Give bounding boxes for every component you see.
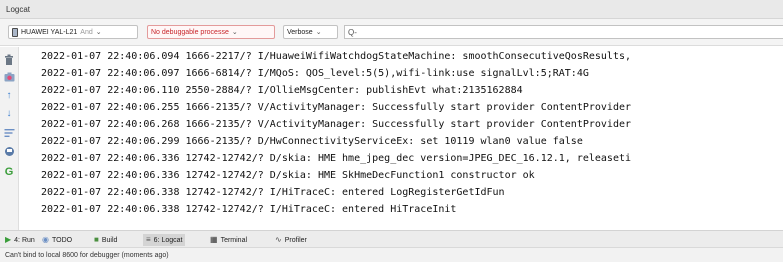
profiler-icon: ∿ [275,235,282,244]
tab-terminal-label: Terminal [220,236,248,244]
camera-icon[interactable] [3,71,15,83]
logcat-icon: ≡ [146,235,151,244]
arrow-down-icon[interactable]: ↓ [3,108,15,120]
log-line: 2022-01-07 22:40:06.110 2550-2884/? I/Ol… [41,85,523,96]
logcat-toolbar: HUAWEI YAL-L21 And ⌄ No debuggable proce… [0,19,783,46]
process-selector[interactable]: No debuggable processe ⌄ [147,25,275,39]
tab-logcat-label: 6: Logcat [153,236,183,244]
logcat-side-toolbar: ↑ ↓ G [0,47,19,230]
restart-icon[interactable] [3,145,15,157]
phone-icon [12,27,18,37]
tab-profiler-label: Profiler [284,236,307,244]
search-icon: Q- [348,27,357,37]
log-line: 2022-01-07 22:40:06.255 1666-2135/? V/Ac… [41,102,632,113]
log-line: 2022-01-07 22:40:06.336 12742-12742/? D/… [41,170,535,181]
status-message[interactable]: Can't bind to local 8600 for debugger (m… [5,252,169,259]
log-line: 2022-01-07 22:40:06.338 12742-12742/? I/… [41,204,457,215]
run-icon: ▶ [5,235,12,244]
trash-icon[interactable] [3,53,15,65]
build-icon: ■ [94,235,99,244]
tab-build-label: Build [101,236,118,244]
device-name: HUAWEI YAL-L21 [21,28,78,36]
terminal-icon: ▦ [210,235,218,244]
log-line: 2022-01-07 22:40:06.097 1666-6814/? I/MQ… [41,68,589,79]
chevron-down-icon: ⌄ [231,29,238,36]
chevron-down-icon: ⌄ [315,29,322,36]
device-suffix: And [80,28,93,36]
tab-todo[interactable]: ◉ TODO [42,234,72,246]
log-line: 2022-01-07 22:40:06.299 1666-2135/? D/Hw… [41,136,583,147]
tool-window-bar: ▶ 4: Run ◉ TODO ■ Build ≡ 6: Logcat ▦ Te… [0,230,783,247]
tab-logcat[interactable]: ≡ 6: Logcat [143,234,186,246]
tab-todo-label: TODO [51,236,73,244]
device-selector[interactable]: HUAWEI YAL-L21 And ⌄ [8,25,138,39]
chevron-down-icon: ⌄ [95,29,102,36]
tab-run-label: 4: Run [14,236,35,244]
tab-run[interactable]: ▶ 4: Run [5,234,35,246]
tab-build[interactable]: ■ Build [94,234,117,246]
settings-icon[interactable]: G [3,166,15,178]
log-line: 2022-01-07 22:40:06.336 12742-12742/? D/… [41,153,632,164]
window-title: Logcat [6,5,31,14]
log-level-value: Verbose [287,28,313,36]
log-level-selector[interactable]: Verbose ⌄ [283,25,338,39]
arrow-up-icon[interactable]: ↑ [3,90,15,102]
tab-terminal[interactable]: ▦ Terminal [210,234,247,246]
soft-wrap-icon[interactable] [3,127,15,139]
log-line: 2022-01-07 22:40:06.268 1666-2135/? V/Ac… [41,119,632,130]
log-line: 2022-01-07 22:40:06.338 12742-12742/? I/… [41,187,505,198]
log-output[interactable]: 2022-01-07 22:40:06.094 1666-2217/? I/Hu… [19,47,783,230]
tab-profiler[interactable]: ∿ Profiler [275,234,307,246]
log-line: 2022-01-07 22:40:06.094 1666-2217/? I/Hu… [41,51,632,62]
process-value: No debuggable processe [151,28,229,36]
search-input[interactable]: Q- [344,25,783,39]
status-bar: Can't bind to local 8600 for debugger (m… [0,247,783,262]
todo-icon: ◉ [42,235,49,244]
logcat-title-bar: Logcat [0,0,783,19]
